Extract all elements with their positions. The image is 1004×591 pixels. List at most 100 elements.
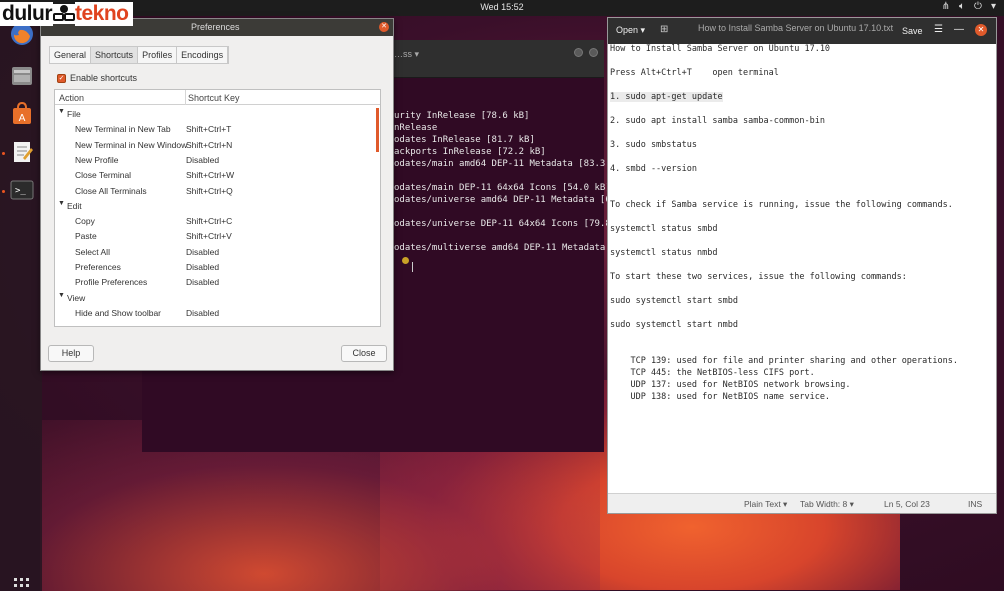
files-icon[interactable] [8,62,36,90]
network-icon[interactable]: ⋔ [942,1,950,12]
tab-shortcuts[interactable]: Shortcuts [91,47,139,63]
editor-headerbar[interactable]: Open ▾ ⊞ How to Install Samba Server on … [608,18,996,44]
hamburger-menu-icon[interactable]: ☰ [934,24,943,35]
editor-line[interactable]: 3. sudo smbstatus [610,140,697,150]
editor-line[interactable]: How to Install Samba Server on Ubuntu 17… [610,44,830,54]
editor-line[interactable]: UDP 138: used for NetBIOS name service. [610,392,830,402]
help-button[interactable]: Help [48,345,94,362]
row-shortcut-key[interactable]: Shift+Ctrl+Q [186,186,233,196]
software-center-icon[interactable]: A [8,100,36,128]
row-shortcut-key[interactable]: Disabled [186,308,219,318]
expander-triangle-icon[interactable]: ▼ [58,200,65,207]
row-shortcut-key[interactable]: Shift+Ctrl+N [186,140,232,150]
top-panel: Wed 15:52 ⋔ 🔈︎ ⏻ ▾ [0,0,1004,16]
table-row[interactable]: Close Terminal Shift+Ctrl+W [55,168,379,183]
system-tray[interactable]: ⋔ 🔈︎ ⏻ ▾ [942,1,996,12]
tab-profiles[interactable]: Profiles [138,47,178,63]
maximize-button[interactable] [589,48,598,57]
expander-triangle-icon[interactable]: ▼ [58,292,65,299]
table-group-row[interactable]: ▼ File [55,107,379,122]
row-shortcut-key[interactable]: Disabled [186,262,219,272]
table-row[interactable]: Select All Disabled [55,245,379,260]
terminal-line: nRelease [394,123,438,133]
table-row[interactable]: Copy Shift+Ctrl+C [55,214,379,229]
tab-width-selector[interactable]: Tab Width: 8 ▾ [800,499,854,510]
editor-text-area[interactable]: How to Install Samba Server on Ubuntu 17… [610,44,994,496]
editor-line[interactable]: systemctl status nmbd [610,248,717,258]
table-group-row[interactable]: ▼ View [55,291,379,306]
row-shortcut-key[interactable]: Shift+Ctrl+W [186,170,234,180]
editor-line[interactable]: TCP 445: the NetBIOS-less CIFS port. [610,368,814,378]
syntax-selector[interactable]: Plain Text ▾ [744,499,787,510]
close-icon[interactable]: ✕ [379,22,389,32]
cursor-position: Ln 5, Col 23 [884,499,930,509]
row-shortcut-key[interactable]: Shift+Ctrl+V [186,231,232,241]
table-row[interactable]: New Terminal in New Tab Shift+Ctrl+T [55,122,379,137]
row-shortcut-key[interactable]: Shift+Ctrl+C [186,216,232,226]
scrollbar-thumb[interactable] [376,108,379,152]
editor-line[interactable]: sudo systemctl start smbd [610,296,738,306]
enable-shortcuts-label: Enable shortcuts [70,73,138,83]
editor-line[interactable]: Press Alt+Ctrl+T open terminal [610,68,779,78]
text-editor-icon[interactable] [8,138,36,166]
close-icon[interactable]: ✕ [975,24,987,36]
tab-encodings[interactable]: Encodings [177,47,229,63]
row-shortcut-key[interactable]: Disabled [186,247,219,257]
row-shortcut-key[interactable]: Disabled [186,277,219,287]
editor-line[interactable]: UDP 137: used for NetBIOS network browsi… [610,380,850,390]
column-header-shortcut[interactable]: Shortcut Key [188,93,240,103]
running-indicator [2,190,5,193]
editor-line[interactable]: systemctl status smbd [610,224,717,234]
terminal-title[interactable]: …ss ▾ [394,49,419,60]
tab-general[interactable]: General [50,47,92,63]
editor-line[interactable]: TCP 139: used for file and printer shari… [610,356,958,366]
new-document-icon[interactable]: ⊞ [660,24,668,35]
shortcut-table[interactable]: Action Shortcut Key ▼ File New Terminal in… [54,89,381,327]
show-applications-icon[interactable] [14,578,30,591]
open-button[interactable]: Open ▾ [616,25,645,36]
row-shortcut-key[interactable]: Shift+Ctrl+T [186,124,231,134]
row-action-label: Close Terminal [75,170,132,181]
editor-line[interactable]: To start these two services, issue the f… [610,272,907,282]
editor-line[interactable]: 1. sudo apt-get update [610,92,723,102]
clock[interactable]: Wed 15:52 [470,2,534,12]
row-action-label: View [67,292,86,303]
table-row[interactable]: New Profile Disabled [55,153,379,168]
table-row[interactable]: Profile Preferences Disabled [55,275,379,290]
table-group-row[interactable]: ▼ Edit [55,199,379,214]
row-action-label: New Terminal in New Tab [75,124,171,135]
enable-shortcuts-checkbox[interactable]: ✓ Enable shortcuts [57,73,137,83]
terminal-line: odates InRelease [81.7 kB] [394,135,535,145]
row-action-label: Profile Preferences [75,277,148,288]
terminal-icon[interactable]: >_ [8,176,36,204]
table-row[interactable]: Hide and Show toolbar Disabled [55,306,379,321]
editor-line[interactable]: 2. sudo apt install samba samba-common-b… [610,116,825,126]
table-row[interactable]: Close All Terminals Shift+Ctrl+Q [55,184,379,199]
editor-line[interactable]: To check if Samba service is running, is… [610,200,953,210]
close-button[interactable]: Close [341,345,387,362]
column-header-action[interactable]: Action [59,93,84,103]
minimize-icon[interactable]: — [954,24,964,35]
expander-triangle-icon[interactable]: ▼ [58,108,65,115]
terminal-line: odates/universe amd64 DEP-11 Metadata [6… [394,195,617,205]
table-header: Action Shortcut Key [55,90,380,105]
save-button[interactable]: Save [902,26,923,36]
row-shortcut-key[interactable]: Disabled [186,155,219,165]
volume-icon[interactable]: 🔈︎ [959,1,965,12]
terminal-line: odates/main DEP-11 64x64 Icons [54.0 kB] [394,183,611,193]
launcher-dock: A >_ [0,16,42,591]
row-action-label: New Terminal in New Window [75,139,188,150]
checkbox-checked-icon[interactable]: ✓ [57,73,66,83]
table-row[interactable]: New Terminal in New Window Shift+Ctrl+N [55,138,379,153]
chevron-down-icon[interactable]: ▾ [991,1,996,12]
editor-line[interactable]: sudo systemctl start nmbd [610,320,738,330]
editor-line[interactable]: 4. smbd --version [610,164,697,174]
preferences-dialog[interactable]: Preferences ✕ General Shortcuts Profiles En… [40,18,394,371]
table-row[interactable]: Paste Shift+Ctrl+V [55,229,379,244]
power-icon[interactable]: ⏻ [974,1,982,12]
table-row[interactable]: Preferences Disabled [55,260,379,275]
column-divider[interactable] [185,90,186,105]
text-editor-window[interactable]: Open ▾ ⊞ How to Install Samba Server on … [607,17,997,514]
minimize-button[interactable] [574,48,583,57]
